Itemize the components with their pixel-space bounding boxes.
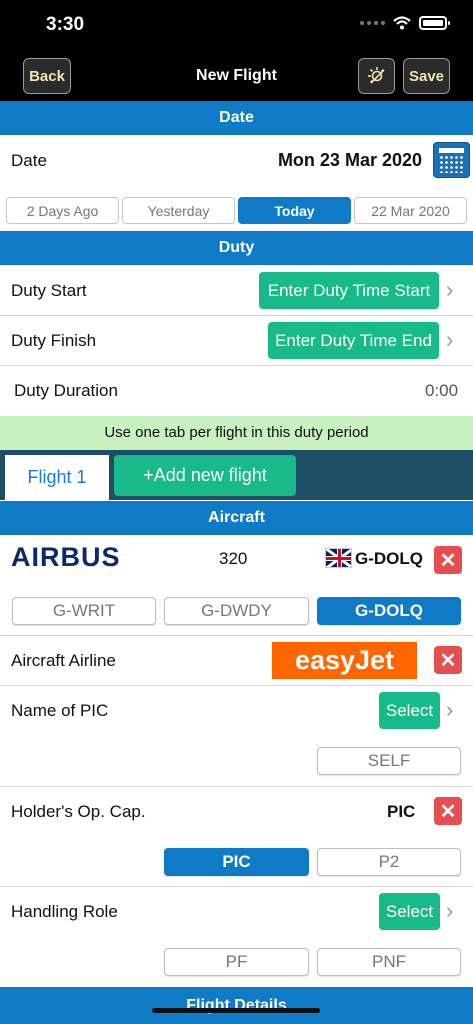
calendar-button[interactable] [433, 142, 470, 178]
handling-chevron-icon: › [446, 898, 454, 923]
date-section-header: Date [0, 101, 473, 135]
flight-tab-bar: Flight 1 +Add new flight [0, 450, 473, 500]
day-night-button[interactable] [358, 58, 395, 94]
pic-name-label: Name of PIC [11, 701, 109, 720]
date-2-days-ago-button[interactable]: 2 Days Ago [6, 197, 119, 224]
status-time: 3:30 [46, 14, 85, 35]
handling-select-button[interactable]: Select [379, 893, 440, 930]
pic-select-button[interactable]: Select [379, 692, 440, 729]
day-night-icon [367, 67, 385, 84]
easyjet-logo: easyJet [272, 642, 417, 679]
divider [0, 635, 473, 636]
add-flight-button[interactable]: +Add new flight [114, 455, 296, 496]
holder-op-cap-label: Holder's Op. Cap. [11, 802, 146, 821]
clear-capacity-button[interactable]: ✕ [434, 797, 462, 825]
divider [0, 786, 473, 787]
duty-start-label: Duty Start [11, 281, 87, 300]
divider [0, 315, 473, 316]
pic-chevron-icon: › [446, 697, 454, 722]
calendar-icon [439, 148, 464, 153]
aircraft-airline-label: Aircraft Airline [11, 651, 116, 670]
holder-op-cap-value: PIC [387, 802, 416, 821]
duty-finish-label: Duty Finish [11, 331, 97, 350]
handling-role-label: Handling Role [11, 902, 118, 921]
duty-notice: Use one tab per flight in this duty peri… [0, 416, 473, 450]
registration-g-writ-button[interactable]: G-WRIT [12, 597, 156, 625]
cellular-signal-icon [360, 21, 385, 25]
aircraft-registration: G-DOLQ [355, 549, 423, 568]
navigation-bar: Back New Flight Save [0, 50, 473, 101]
close-icon: ✕ [439, 649, 457, 672]
handling-pf-button[interactable]: PF [164, 948, 309, 976]
clear-airline-button[interactable]: ✕ [434, 646, 462, 674]
divider [0, 685, 473, 686]
date-today-button[interactable]: Today [238, 197, 351, 224]
battery-icon [419, 16, 450, 30]
aircraft-section-header: Aircraft [0, 501, 473, 535]
tab-flight-1[interactable]: Flight 1 [5, 455, 109, 500]
duty-start-chevron-icon: › [446, 277, 454, 302]
divider [0, 365, 473, 366]
date-value[interactable]: Mon 23 Mar 2020 [278, 150, 422, 171]
save-button[interactable]: Save [403, 58, 450, 94]
duty-finish-button[interactable]: Enter Duty Time End [268, 322, 439, 359]
wifi-icon [393, 16, 411, 30]
aircraft-type: 320 [219, 549, 248, 568]
duty-start-button[interactable]: Enter Duty Time Start [259, 272, 439, 309]
pic-self-button[interactable]: SELF [317, 747, 461, 775]
airbus-logo: AIRBUS [11, 542, 121, 572]
duty-finish-chevron-icon: › [446, 327, 454, 352]
status-icons [360, 16, 450, 30]
divider [0, 886, 473, 887]
date-label: Date [11, 151, 47, 170]
flight-details-section-header: Flight Details [0, 987, 473, 1024]
capacity-p2-button[interactable]: P2 [317, 848, 461, 876]
date-yesterday-button[interactable]: Yesterday [122, 197, 235, 224]
duty-duration-label: Duty Duration [14, 381, 118, 400]
clear-aircraft-button[interactable]: ✕ [434, 546, 462, 574]
date-22-mar-button[interactable]: 22 Mar 2020 [354, 197, 467, 224]
status-bar: 3:30 [0, 0, 473, 50]
home-indicator[interactable] [152, 1008, 320, 1013]
close-icon: ✕ [439, 800, 457, 823]
uk-flag-icon [325, 548, 352, 568]
duty-section-header: Duty [0, 231, 473, 265]
registration-g-dwdy-button[interactable]: G-DWDY [164, 597, 309, 625]
registration-g-dolq-button[interactable]: G-DOLQ [317, 597, 461, 625]
close-icon: ✕ [439, 549, 457, 572]
duty-duration-value: 0:00 [425, 381, 459, 400]
handling-pnf-button[interactable]: PNF [317, 948, 461, 976]
capacity-pic-button[interactable]: PIC [164, 848, 309, 876]
